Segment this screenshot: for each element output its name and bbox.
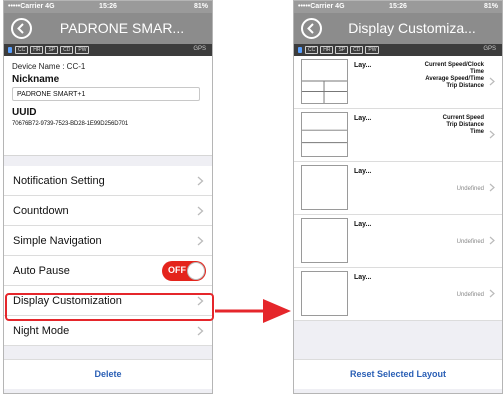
gps-indicator: GPS — [483, 46, 496, 52]
layout-thumbnail — [301, 271, 348, 316]
sensor-chip: CD — [60, 46, 74, 54]
bluetooth-icon — [298, 47, 302, 53]
status-bar: •••••Carrier 4G 15:26 81% — [4, 1, 212, 13]
chevron-right-icon — [489, 236, 495, 245]
reset-label: Reset Selected Layout — [349, 369, 447, 379]
menu-item-label: Notification Setting — [13, 175, 105, 187]
sensor-chip: HR — [30, 46, 44, 54]
menu-item-notification-setting[interactable]: Notification Setting — [4, 166, 212, 196]
gps-indicator: GPS — [193, 46, 206, 52]
layout-thumbnail — [301, 218, 348, 263]
chevron-right-icon — [489, 130, 495, 139]
sensor-chip: CC — [15, 46, 29, 54]
sensor-chip: CC — [305, 46, 319, 54]
auto-pause-toggle[interactable]: OFF — [162, 261, 206, 281]
layout-description: Undefined — [456, 292, 484, 298]
nickname-input[interactable] — [12, 87, 200, 101]
menu-item-label: Night Mode — [13, 325, 70, 337]
device-info-card: Device Name : CC-1 Nickname UUID 70676B7… — [4, 56, 212, 156]
sensor-bar: CC HR SP CD PW GPS — [294, 44, 502, 56]
back-arrow-icon — [17, 23, 24, 34]
layout-item[interactable]: Lay... Undefined — [294, 215, 502, 268]
layout-description: Undefined — [456, 239, 484, 245]
battery-label: 81% — [193, 3, 208, 10]
uuid-value: 70676B72-9739-7523-BD28-1E99D256D701 — [12, 121, 129, 127]
sensor-chip: CD — [350, 46, 364, 54]
sensor-chip: PW — [75, 46, 90, 54]
layout-item[interactable]: Lay... Undefined — [294, 162, 502, 215]
layout-name: Lay... — [354, 62, 372, 69]
sensor-bar: CC HR SP CD PW GPS — [4, 44, 212, 56]
toggle-state-label: OFF — [168, 265, 186, 275]
back-button[interactable] — [301, 18, 322, 39]
toggle-knob — [187, 262, 205, 280]
sensor-chip: HR — [320, 46, 334, 54]
chevron-right-icon — [197, 326, 204, 336]
back-arrow-icon — [307, 23, 314, 34]
layout-name: Lay... — [354, 221, 372, 228]
device-name: Device Name : CC-1 — [12, 62, 86, 71]
menu-item-auto-pause: Auto Pause OFF — [4, 256, 212, 286]
layout-thumbnail — [301, 165, 348, 210]
layout-name: Lay... — [354, 115, 372, 122]
nav-bar: Display Customiza... — [294, 13, 502, 44]
layout-description: Undefined — [456, 186, 484, 192]
layout-thumbnail — [301, 59, 348, 104]
status-bar: •••••Carrier 4G 15:26 81% — [294, 1, 502, 13]
delete-label: Delete — [94, 369, 122, 379]
device-settings-screen: •••••Carrier 4G 15:26 81% PADRONE SMAR..… — [3, 0, 213, 394]
menu-item-simple-navigation[interactable]: Simple Navigation — [4, 226, 212, 256]
layout-item[interactable]: Lay... Undefined — [294, 268, 502, 321]
layout-name: Lay... — [354, 274, 372, 281]
layout-description: Current Speed Trip Distance Time — [442, 115, 484, 135]
layout-item[interactable]: Lay... Current Speed Trip Distance Time — [294, 109, 502, 162]
bluetooth-icon — [8, 47, 12, 53]
layout-description: Current Speed/Clock Time Average Speed/T… — [424, 62, 484, 89]
chevron-right-icon — [197, 236, 204, 246]
battery-label: 81% — [483, 3, 498, 10]
chevron-right-icon — [489, 77, 495, 86]
layout-name: Lay... — [354, 168, 372, 175]
uuid-label: UUID — [12, 107, 37, 118]
red-arrow-icon — [215, 299, 291, 323]
layout-item[interactable]: Lay... Current Speed/Clock Time Average … — [294, 56, 502, 109]
sensor-chip: SP — [335, 46, 349, 54]
sensor-chip: SP — [45, 46, 59, 54]
highlight-box — [5, 293, 214, 321]
clock: 15:26 — [99, 3, 117, 10]
chevron-right-icon — [489, 183, 495, 192]
chevron-right-icon — [197, 206, 204, 216]
page-title: Display Customiza... — [348, 20, 476, 36]
menu-item-label: Auto Pause — [13, 265, 70, 277]
delete-button[interactable]: Delete — [4, 359, 212, 389]
menu-item-countdown[interactable]: Countdown — [4, 196, 212, 226]
reset-selected-layout-button[interactable]: Reset Selected Layout — [294, 359, 502, 389]
display-customization-screen: •••••Carrier 4G 15:26 81% Display Custom… — [293, 0, 503, 394]
page-title: PADRONE SMAR... — [59, 20, 185, 36]
back-button[interactable] — [11, 18, 32, 39]
layout-thumbnail — [301, 112, 348, 157]
chevron-right-icon — [489, 289, 495, 298]
nav-bar: PADRONE SMAR... — [4, 13, 212, 44]
sensor-chip: PW — [365, 46, 380, 54]
nickname-label: Nickname — [12, 74, 60, 85]
clock: 15:26 — [389, 3, 407, 10]
menu-item-label: Countdown — [13, 205, 69, 217]
chevron-right-icon — [197, 176, 204, 186]
menu-item-label: Simple Navigation — [13, 235, 102, 247]
